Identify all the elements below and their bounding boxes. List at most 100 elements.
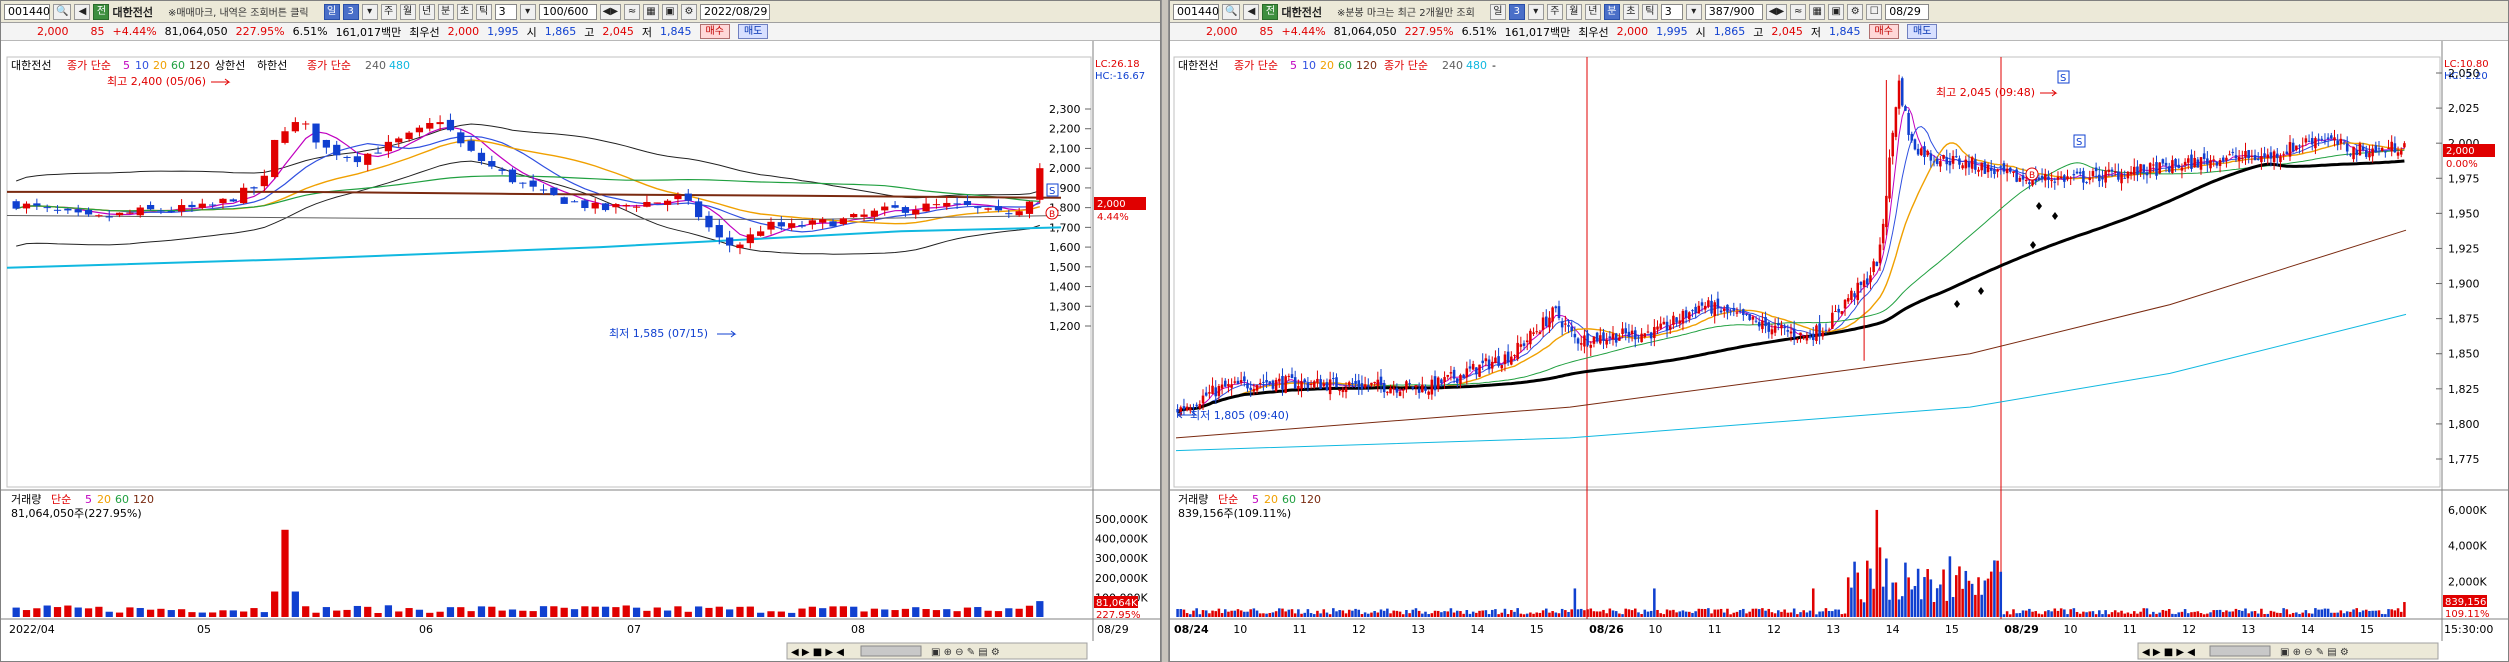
indicator-icon[interactable]: ≈ — [1790, 3, 1807, 20]
candle-body — [2377, 148, 2381, 150]
volume-ma-60: 60 — [115, 493, 129, 506]
date-input[interactable]: 2022/08/29 — [700, 3, 771, 20]
volume-bar — [891, 610, 899, 617]
tick-dropdown-icon[interactable]: ▾ — [519, 3, 536, 20]
dropdown-arrow-icon[interactable]: ▾ — [361, 3, 378, 20]
candle-body — [2053, 181, 2057, 183]
candle-body — [1446, 374, 1450, 377]
minute-chart-svg[interactable]: 대한전선 종가 단순 5 10 20 60 120 종가 단순 240 480 … — [1170, 41, 2509, 662]
scroll-thumb[interactable] — [2209, 645, 2271, 657]
period-week-button[interactable]: 주 — [380, 3, 397, 20]
candle-body — [1662, 321, 1666, 325]
period-second-button[interactable]: 초 — [456, 3, 473, 20]
tick-num-input[interactable]: 3 — [494, 3, 517, 20]
volume-bar — [757, 612, 765, 617]
sell-button[interactable]: 매도 — [1906, 24, 1938, 39]
pane-splitter[interactable] — [1161, 0, 1169, 662]
speaker-icon[interactable]: ◀ — [74, 3, 91, 20]
date-input[interactable]: 08/29 — [1885, 3, 1930, 20]
count-input[interactable]: 387/900 — [1704, 3, 1763, 20]
period-day-button[interactable]: 일 — [323, 3, 340, 20]
volume-bar — [1198, 614, 1202, 617]
date-checkbox[interactable]: ☐ — [1866, 3, 1883, 20]
volume-bar — [726, 609, 734, 617]
scroll-thumb[interactable] — [860, 645, 922, 657]
current-price-tag-text: 2,000 — [1097, 199, 1126, 210]
period-week-button[interactable]: 주 — [1546, 3, 1563, 20]
volume-ma-5: 5 — [85, 493, 92, 506]
volume-bar — [1834, 609, 1837, 617]
volume-bar — [2269, 610, 2273, 617]
volume-bar — [498, 610, 506, 617]
legend-lower-limit: 하한선 — [257, 58, 287, 72]
zoom-tools-icon[interactable]: ▣ ⊕ ⊖ ✎ ▤ ⚙ — [2280, 647, 2349, 658]
scroll-left-icon[interactable]: ◀▶ — [599, 3, 622, 20]
volume-legend-type: 단순 — [1218, 493, 1238, 506]
period-num-button[interactable]: 3 — [342, 3, 359, 20]
settings-icon[interactable]: ⚙ — [681, 3, 698, 20]
candle-body — [1897, 80, 1901, 109]
candle-body — [1465, 368, 1469, 378]
search-icon[interactable]: 🔍 — [53, 3, 72, 20]
period-year-button[interactable]: 년 — [1584, 3, 1601, 20]
stock-code-input[interactable]: 001440 — [1173, 3, 1219, 20]
grid-icon[interactable]: ▦ — [643, 3, 660, 20]
candle-body — [901, 207, 910, 213]
candle-body — [1319, 379, 1322, 389]
period-minute-button[interactable]: 분 — [437, 3, 454, 20]
volume-bar — [2021, 610, 2025, 617]
volume-bar — [1452, 612, 1456, 617]
save-icon[interactable]: ▣ — [1828, 3, 1845, 20]
count-input[interactable]: 100/600 — [538, 3, 597, 20]
chart-scrollbar[interactable]: ◀ ▶ ■ ▶ ◀ ▣ ⊕ ⊖ ✎ ▤ ⚙ — [786, 642, 1088, 660]
volume-bar — [1332, 608, 1335, 617]
candle-body — [2171, 160, 2174, 173]
period-tick-button[interactable]: 틱 — [1641, 3, 1658, 20]
zoom-tools-icon[interactable]: ▣ ⊕ ⊖ ✎ ▤ ⚙ — [931, 647, 1000, 658]
period-month-button[interactable]: 월 — [1565, 3, 1582, 20]
daily-chart-svg[interactable]: 대한전선 종가 단순 5 10 20 60 120 상한선 하한선 종가 단순 … — [1, 41, 1161, 662]
settings-icon[interactable]: ⚙ — [1847, 3, 1864, 20]
volume-bar — [1535, 612, 1539, 617]
time-axis-label: 11 — [2123, 623, 2137, 636]
candle-body — [1478, 364, 1481, 377]
dropdown-arrow-icon[interactable]: ▾ — [1527, 3, 1544, 20]
volume-bar — [1754, 608, 1758, 617]
buy-button[interactable]: 매수 — [699, 24, 730, 39]
period-second-button[interactable]: 초 — [1622, 3, 1639, 20]
scroll-left-icon[interactable]: ◀▶ — [1765, 3, 1788, 20]
candle-body — [115, 212, 124, 216]
candle-body — [1859, 281, 1863, 285]
grid-icon[interactable]: ▦ — [1809, 3, 1826, 20]
buy-button[interactable]: 매수 — [1868, 24, 1899, 39]
chart-scrollbar[interactable]: ◀ ▶ ■ ▶ ◀ ▣ ⊕ ⊖ ✎ ▤ ⚙ — [2137, 642, 2439, 660]
period-tick-button[interactable]: 틱 — [475, 3, 492, 20]
candle-body — [1672, 315, 1675, 325]
period-num-button[interactable]: 3 — [1508, 3, 1525, 20]
period-month-button[interactable]: 월 — [399, 3, 416, 20]
volume-bar — [2148, 614, 2152, 617]
high-annotation: 최고 2,045 (09:48) — [1936, 86, 2035, 99]
period-year-button[interactable]: 년 — [418, 3, 435, 20]
volume-bar — [519, 610, 527, 617]
sell-button[interactable]: 매도 — [737, 24, 769, 39]
search-icon[interactable]: 🔍 — [1222, 3, 1241, 20]
candle-body — [1335, 377, 1338, 388]
volume-bar — [2352, 609, 2355, 617]
period-minute-button[interactable]: 분 — [1603, 3, 1620, 20]
volume-bar — [2384, 614, 2387, 617]
period-day-button[interactable]: 일 — [1489, 3, 1506, 20]
legend-ma-10: 10 — [135, 59, 149, 72]
save-icon[interactable]: ▣ — [662, 3, 679, 20]
change-amount: 85 — [90, 25, 105, 38]
volume-bar — [1465, 610, 1469, 617]
tick-num-input[interactable]: 3 — [1660, 3, 1683, 20]
speaker-icon[interactable]: ◀ — [1243, 3, 1260, 20]
indicator-icon[interactable]: ≈ — [624, 3, 641, 20]
volume-bar — [2215, 610, 2219, 617]
stock-code-input[interactable]: 001440 — [4, 3, 50, 20]
volume-bar — [1529, 612, 1532, 617]
open-price: 1,865 — [544, 25, 577, 38]
candle-body — [1249, 387, 1252, 390]
tick-dropdown-icon[interactable]: ▾ — [1685, 3, 1702, 20]
